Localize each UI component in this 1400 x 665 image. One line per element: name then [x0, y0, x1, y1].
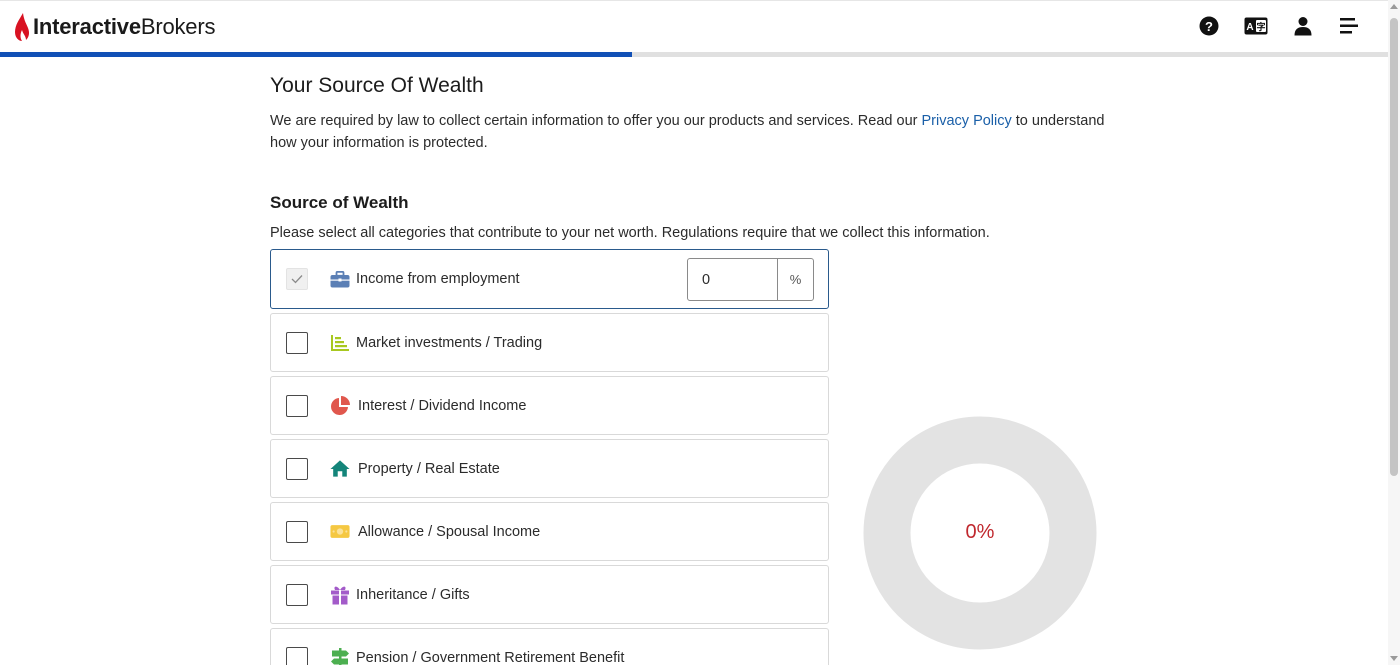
- banknote-icon: [330, 522, 350, 542]
- menu-icon[interactable]: [1338, 15, 1360, 37]
- checkmark-icon: [291, 275, 303, 284]
- checkbox-inheritance-gifts[interactable]: [286, 583, 308, 606]
- svg-text:?: ?: [1205, 19, 1213, 34]
- scrollbar-thumb[interactable]: [1390, 18, 1398, 476]
- top-header: InteractiveBrokers ? A字: [0, 0, 1388, 52]
- section-description: Please select all categories that contri…: [270, 225, 990, 241]
- percent-sign: %: [789, 272, 802, 287]
- checkbox-market-investments[interactable]: [286, 331, 308, 354]
- help-icon[interactable]: ?: [1198, 15, 1220, 37]
- option-label: Allowance / Spousal Income: [358, 523, 541, 540]
- option-label: Property / Real Estate: [358, 460, 500, 477]
- signpost-icon: [330, 647, 350, 665]
- wealth-source-options: Income from employment % Market investme…: [270, 249, 829, 665]
- option-market-investments[interactable]: Market investments / Trading: [270, 313, 829, 372]
- interactive-brokers-logo[interactable]: InteractiveBrokers: [13, 12, 215, 42]
- privacy-policy-link[interactable]: Privacy Policy: [922, 113, 1012, 129]
- option-label: Interest / Dividend Income: [358, 397, 527, 414]
- percent-input-group: %: [687, 258, 814, 301]
- gift-icon: [330, 585, 350, 605]
- checkbox-income-employment[interactable]: [286, 268, 308, 290]
- scroll-up-arrow-icon[interactable]: [1390, 4, 1398, 9]
- intro-text: We are required by law to collect certai…: [270, 113, 1105, 151]
- user-icon[interactable]: [1292, 15, 1314, 37]
- language-icon[interactable]: A字: [1244, 15, 1268, 37]
- option-label: Market investments / Trading: [356, 334, 543, 351]
- svg-text:A: A: [1246, 22, 1253, 33]
- bar-chart-icon: [330, 333, 350, 353]
- logo-text: InteractiveBrokers: [33, 14, 216, 39]
- checkbox-property-real-estate[interactable]: [286, 457, 308, 480]
- option-allowance-spousal[interactable]: Allowance / Spousal Income: [270, 502, 829, 561]
- donut-percent-label: 0%: [965, 521, 995, 543]
- option-pension-government[interactable]: Pension / Government Retirement Benefit: [270, 628, 829, 665]
- option-income-employment[interactable]: Income from employment %: [270, 249, 829, 309]
- house-icon: [330, 459, 350, 479]
- option-label: Inheritance / Gifts: [356, 586, 470, 603]
- checkbox-pension-government[interactable]: [286, 646, 308, 665]
- option-interest-dividend[interactable]: Interest / Dividend Income: [270, 376, 829, 435]
- section-title: Source of Wealth: [270, 193, 409, 212]
- scroll-down-arrow-icon[interactable]: [1390, 656, 1398, 661]
- checkbox-allowance-spousal[interactable]: [286, 520, 308, 543]
- checkbox-interest-dividend[interactable]: [286, 394, 308, 417]
- option-label: Income from employment: [356, 271, 520, 287]
- logo-flame-icon: [15, 13, 30, 41]
- income-employment-percent-input[interactable]: [688, 259, 778, 300]
- main-content: Your Source Of Wealth We are required by…: [270, 72, 1110, 243]
- option-label: Pension / Government Retirement Benefit: [356, 649, 625, 665]
- svg-text:字: 字: [1256, 21, 1265, 32]
- briefcase-icon: [330, 269, 350, 289]
- scrollbar[interactable]: [1388, 0, 1400, 665]
- progress-bar: [0, 52, 1388, 57]
- progress-bar-fill: [0, 52, 632, 57]
- option-inheritance-gifts[interactable]: Inheritance / Gifts: [270, 565, 829, 624]
- pie-chart-icon: [330, 395, 350, 416]
- page-title: Your Source Of Wealth: [270, 74, 484, 97]
- option-property-real-estate[interactable]: Property / Real Estate: [270, 439, 829, 498]
